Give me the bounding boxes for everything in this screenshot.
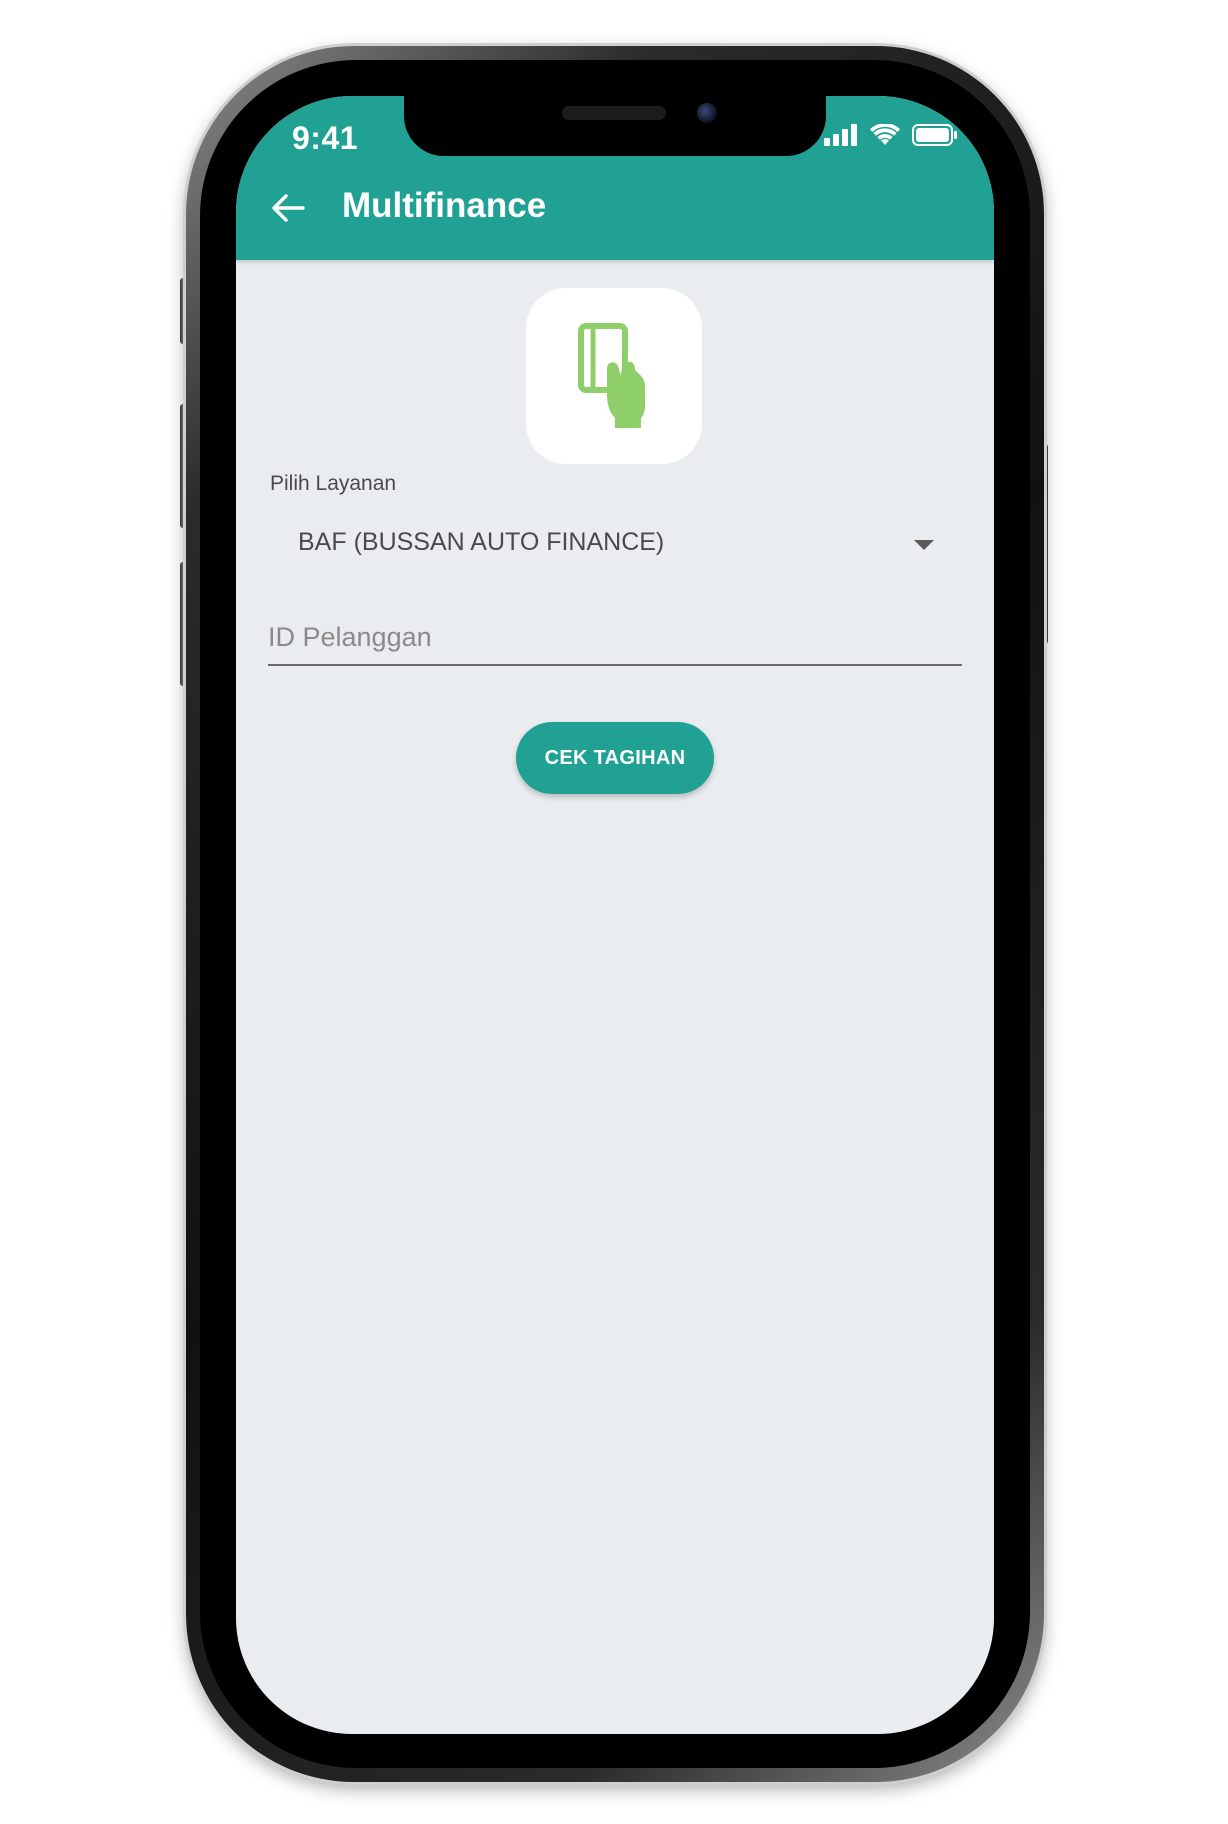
customer-id-input[interactable]: [268, 616, 962, 666]
service-label: Pilih Layanan: [270, 472, 397, 495]
service-selected-value: BAF (BUSSAN AUTO FINANCE): [298, 528, 665, 556]
dropdown-arrow-icon: [914, 540, 934, 550]
app-bar: Multifinance: [236, 158, 994, 260]
check-bill-button[interactable]: CEK TAGIHAN: [516, 722, 714, 794]
service-select[interactable]: BAF (BUSSAN AUTO FINANCE): [270, 512, 960, 576]
battery-icon: [912, 124, 957, 146]
page-title: Multifinance: [342, 186, 547, 225]
notch: [404, 96, 826, 156]
arrow-left-icon: [272, 194, 305, 222]
status-icons: [824, 124, 958, 146]
hand-card-icon: [578, 323, 645, 428]
device-mockup: 9:41 Multifinance Pilih Layanan BAF (BUS…: [0, 0, 1228, 1824]
back-button[interactable]: [266, 186, 310, 230]
earpiece-speaker: [562, 106, 666, 120]
front-camera: [697, 103, 717, 123]
service-logo: [526, 288, 702, 464]
signal-icon: [824, 124, 857, 146]
status-time: 9:41: [292, 120, 359, 156]
wifi-icon: [870, 124, 900, 145]
app-screen: 9:41 Multifinance Pilih Layanan BAF (BUS…: [236, 96, 994, 1734]
